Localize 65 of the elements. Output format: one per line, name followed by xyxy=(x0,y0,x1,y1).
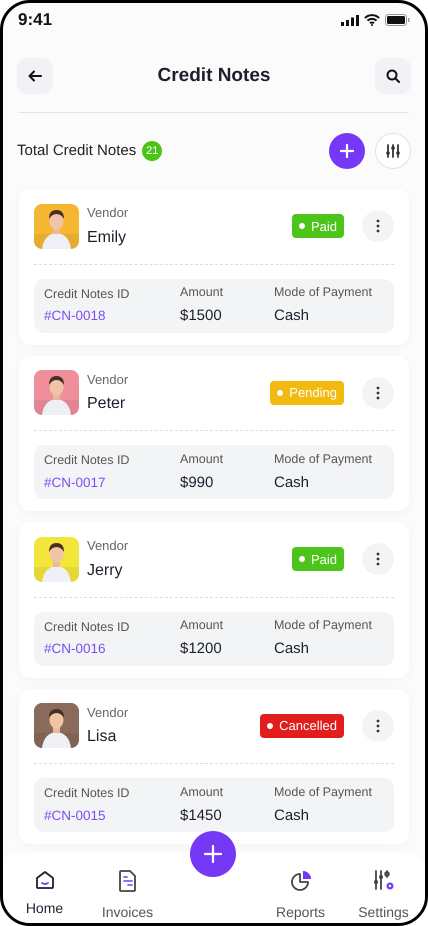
credit-note-id[interactable]: #CN-0016 xyxy=(44,639,180,660)
back-button[interactable] xyxy=(17,58,53,94)
field-label: Credit Notes ID xyxy=(44,286,130,302)
vendor-label: Vendor xyxy=(87,704,130,722)
status-badge: Paid xyxy=(292,214,344,238)
vendor-name: Jerry xyxy=(87,560,124,580)
amount-value: $1450 xyxy=(180,806,223,826)
status-badge: Paid xyxy=(292,547,344,572)
field-label: Amount xyxy=(180,284,224,302)
field-label: Mode of Payment xyxy=(274,784,373,801)
more-icon xyxy=(376,219,380,234)
search-button[interactable] xyxy=(375,58,411,94)
amount-value: $990 xyxy=(180,472,214,493)
pie-chart-icon xyxy=(290,870,312,892)
add-button[interactable] xyxy=(329,133,365,169)
nav-tab[interactable]: Reports xyxy=(259,870,342,923)
field-label: Mode of Payment xyxy=(274,284,373,302)
more-icon xyxy=(376,386,380,400)
plus-icon xyxy=(340,144,354,158)
field-label: Amount xyxy=(180,617,224,634)
back-arrow-icon xyxy=(28,70,42,82)
vendor-label: Vendor xyxy=(87,537,130,555)
amount-value: $1500 xyxy=(180,306,223,326)
total-label: Total Credit Notes xyxy=(17,140,136,161)
battery-icon xyxy=(385,14,410,26)
nav-tab[interactable]: Invoices xyxy=(86,870,169,923)
sliders-gear-icon xyxy=(372,870,394,892)
add-fab[interactable] xyxy=(190,831,236,877)
vendor-name: Emily xyxy=(87,228,128,248)
status-time: 9:41 xyxy=(18,9,52,32)
field-label: Credit Notes ID xyxy=(44,785,130,802)
field-label: Amount xyxy=(180,450,224,468)
plus-icon xyxy=(204,845,222,863)
credit-note-id[interactable]: #CN-0018 xyxy=(44,306,180,326)
more-icon xyxy=(376,552,380,566)
status-badge: Pending xyxy=(270,380,344,405)
page-title: Credit Notes xyxy=(158,64,270,88)
payment-mode-value: Cash xyxy=(274,306,310,326)
payment-mode-value: Cash xyxy=(274,806,310,826)
document-icon xyxy=(118,870,136,892)
nav-tab[interactable]: Home xyxy=(3,870,86,923)
payment-mode-value: Cash xyxy=(274,639,310,660)
sliders-icon xyxy=(386,144,400,158)
amount-value: $1200 xyxy=(180,639,223,660)
payment-mode-value: Cash xyxy=(274,472,310,493)
filter-button[interactable] xyxy=(375,133,411,169)
signal-icon xyxy=(341,14,359,26)
field-label: Mode of Payment xyxy=(274,450,373,468)
vendor-label: Vendor xyxy=(87,370,130,388)
house-icon xyxy=(34,870,54,890)
credit-note-id[interactable]: #CN-0017 xyxy=(44,472,180,493)
more-icon xyxy=(376,718,380,733)
search-icon xyxy=(386,69,400,83)
wifi-icon xyxy=(364,14,380,26)
vendor-name: Peter xyxy=(87,394,126,414)
count-badge: 21 xyxy=(142,141,162,161)
field-label: Credit Notes ID xyxy=(44,618,130,636)
vendor-name: Lisa xyxy=(87,727,118,747)
status-badge: Cancelled xyxy=(260,714,344,738)
credit-note-id[interactable]: #CN-0015 xyxy=(44,806,180,826)
nav-tab[interactable]: Settings xyxy=(342,870,425,923)
field-label: Amount xyxy=(180,784,224,801)
field-label: Mode of Payment xyxy=(274,617,373,634)
field-label: Credit Notes ID xyxy=(44,452,130,469)
vendor-label: Vendor xyxy=(87,204,130,222)
